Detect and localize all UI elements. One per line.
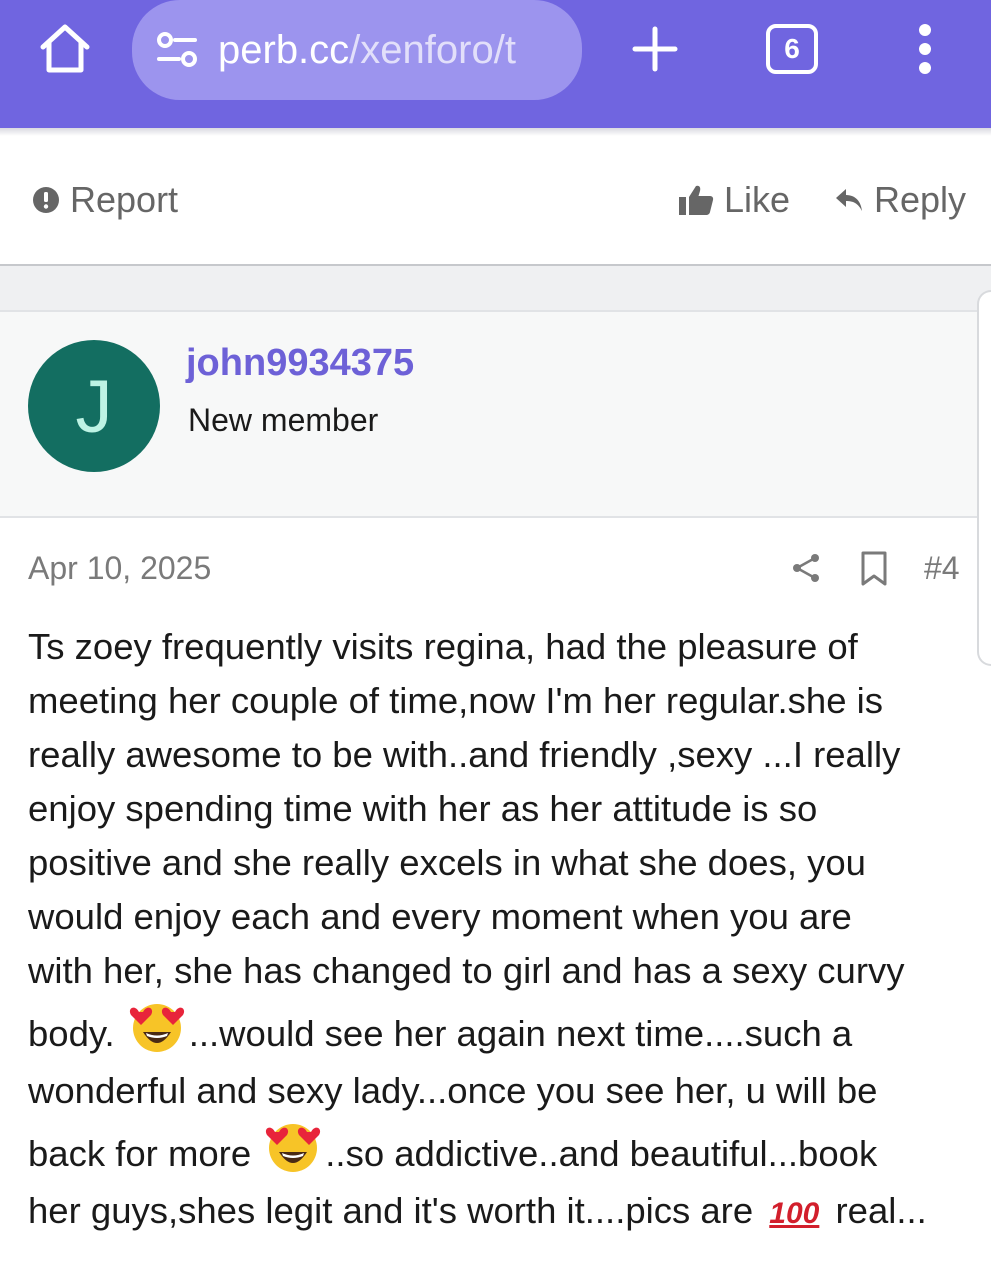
post-line: positive and she really excels in what s… <box>28 842 866 883</box>
browser-menu-button[interactable] <box>905 16 945 82</box>
new-tab-button[interactable] <box>622 18 688 80</box>
tab-count: 6 <box>784 33 800 64</box>
url-path: /xenforo/t <box>349 27 516 72</box>
post-user-header: J john9934375 New member <box>0 310 978 518</box>
like-label: Like <box>724 179 791 220</box>
post-separator <box>0 264 991 310</box>
reply-label: Reply <box>874 179 967 220</box>
post-number-link[interactable]: #4 <box>924 550 960 587</box>
report-button[interactable]: Report <box>32 176 178 224</box>
hundred-points-emoji: 100 <box>769 1197 820 1230</box>
post-line: really awesome to be with..and friendly … <box>28 734 901 775</box>
post-text: her guys,shes legit and it's worth it...… <box>28 1190 764 1231</box>
bookmark-button[interactable] <box>856 550 892 588</box>
tab-switcher-button[interactable]: 6 <box>766 24 818 74</box>
share-button[interactable] <box>788 550 824 586</box>
post-text: back for more <box>28 1133 262 1175</box>
post-line: meeting her couple of time,now I'm her r… <box>28 680 884 721</box>
user-title: New member <box>188 402 379 438</box>
address-bar[interactable]: perb.cc/xenforo/t <box>132 0 582 100</box>
alert-circle-icon <box>32 186 60 214</box>
post-line: Ts zoey frequently visits regina, had th… <box>28 626 858 667</box>
post-line: her guys,shes legit and it's worth it...… <box>28 1184 968 1238</box>
post-line: wonderful and sexy lady...once you see h… <box>28 1070 878 1111</box>
post-line: with her, she has changed to girl and ha… <box>28 950 905 991</box>
post-date[interactable]: Apr 10, 2025 <box>28 550 211 587</box>
url-text: perb.cc/xenforo/t <box>218 28 516 73</box>
toolbar-shadow <box>0 128 991 136</box>
bookmark-icon <box>861 551 887 586</box>
plus-icon <box>632 26 678 72</box>
like-button[interactable]: Like <box>678 176 790 224</box>
menu-dot <box>919 62 931 74</box>
username-link[interactable]: john9934375 <box>186 342 414 385</box>
post-text: body. <box>28 1013 125 1055</box>
url-host: perb.cc <box>218 27 350 72</box>
post-text: ...would see her again next time....such… <box>188 1013 853 1055</box>
site-settings-icon[interactable] <box>154 27 200 73</box>
post-text: ..so addictive..and beautiful...book <box>325 1133 878 1175</box>
post-line: enjoy spending time with her as her atti… <box>28 788 818 829</box>
menu-dot <box>919 43 931 55</box>
avatar-letter: J <box>75 364 113 448</box>
post-line: back for more ..so addictive..and beauti… <box>28 1118 968 1184</box>
more-vert-icon <box>919 24 931 36</box>
post-line: would enjoy each and every moment when y… <box>28 896 852 937</box>
browser-toolbar: perb.cc/xenforo/t 6 <box>0 0 991 128</box>
home-button[interactable] <box>30 18 100 80</box>
thumbs-up-icon <box>678 184 714 216</box>
report-label: Report <box>70 179 179 220</box>
share-icon <box>793 554 819 582</box>
post-actions-bar: Report Like Reply <box>0 136 991 264</box>
reply-arrow-icon <box>834 186 864 214</box>
scroll-edge <box>977 290 991 666</box>
post-body: Ts zoey frequently visits regina, had th… <box>28 620 968 1238</box>
avatar[interactable]: J <box>28 340 160 472</box>
reply-button[interactable]: Reply <box>834 176 966 224</box>
post-text: real... <box>825 1190 927 1231</box>
home-icon <box>40 24 90 73</box>
post-line: body. ...would see her again next time..… <box>28 998 968 1064</box>
